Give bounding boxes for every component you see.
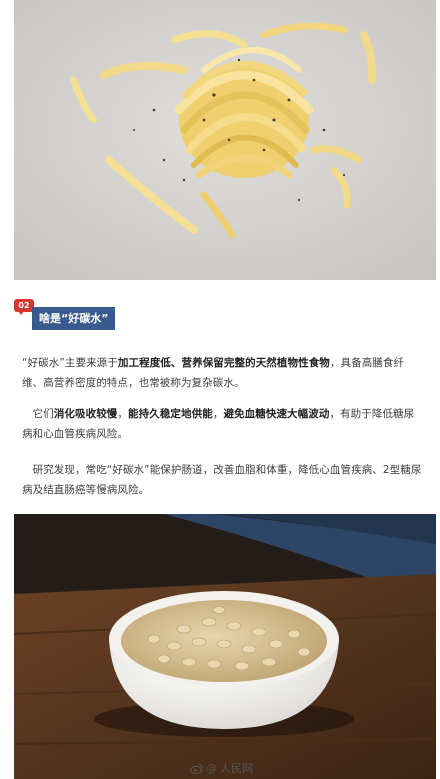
oats-illustration [14, 514, 436, 779]
section-heading: 02 啥是“好碳水” [14, 299, 124, 335]
text: “好碳水”主要来源于 [22, 357, 118, 369]
section-title: 啥是“好碳水” [32, 307, 116, 330]
bold-text: 能持久稳定地供能 [128, 408, 213, 420]
pasta-photo [14, 0, 436, 280]
weibo-icon [190, 763, 203, 774]
text: 研究发现，常吃“好碳水”能保护肠道，改善血脂和体重，降低心血管疾病、2型糖尿病及… [22, 464, 422, 496]
text: ， [212, 408, 224, 420]
bold-text: 避免血糖快速大幅波动 [223, 408, 330, 420]
watermark-at: @ [206, 761, 217, 775]
source-watermark: @ 人民网 [190, 760, 253, 776]
bold-text: 消化吸收较慢 [53, 408, 118, 420]
paragraph-benefits: 它们消化吸收较慢，能持久稳定地供能，避免血糖快速大幅波动，有助于降低糖尿病和心血… [22, 404, 422, 444]
text: ， [117, 408, 129, 420]
paragraph-research: 研究发现，常吃“好碳水”能保护肠道，改善血脂和体重，降低心血管疾病、2型糖尿病及… [22, 460, 422, 500]
text: 它们 [32, 408, 54, 420]
section-number-badge: 02 [14, 299, 34, 315]
pasta-illustration [14, 0, 436, 280]
paragraph-definition: “好碳水”主要来源于加工程度低、营养保留完整的天然植物性食物，具备高膳食纤维、高… [22, 353, 422, 393]
bold-text: 加工程度低、营养保留完整的天然植物性食物 [117, 357, 330, 369]
watermark-text: 人民网 [220, 762, 253, 775]
oats-photo [14, 514, 436, 779]
